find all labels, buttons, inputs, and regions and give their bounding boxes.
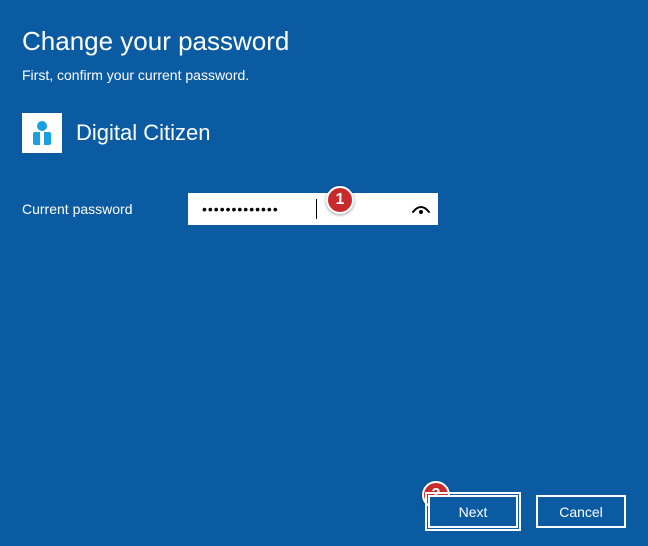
password-reveal-button[interactable]: [404, 193, 438, 225]
current-password-label: Current password: [22, 201, 188, 217]
user-row: Digital Citizen: [22, 113, 626, 153]
current-password-input[interactable]: [188, 193, 404, 225]
button-bar: Next Cancel: [428, 495, 626, 528]
password-input-wrap: [188, 193, 438, 225]
page-title: Change your password: [22, 26, 626, 57]
page-subtitle: First, confirm your current password.: [22, 67, 626, 83]
password-reveal-icon: [411, 202, 431, 216]
next-button[interactable]: Next: [428, 495, 518, 528]
text-caret: [316, 199, 317, 219]
person-icon: [27, 118, 57, 148]
user-name: Digital Citizen: [76, 120, 211, 146]
current-password-row: Current password: [22, 193, 626, 225]
cancel-button[interactable]: Cancel: [536, 495, 626, 528]
user-avatar: [22, 113, 62, 153]
